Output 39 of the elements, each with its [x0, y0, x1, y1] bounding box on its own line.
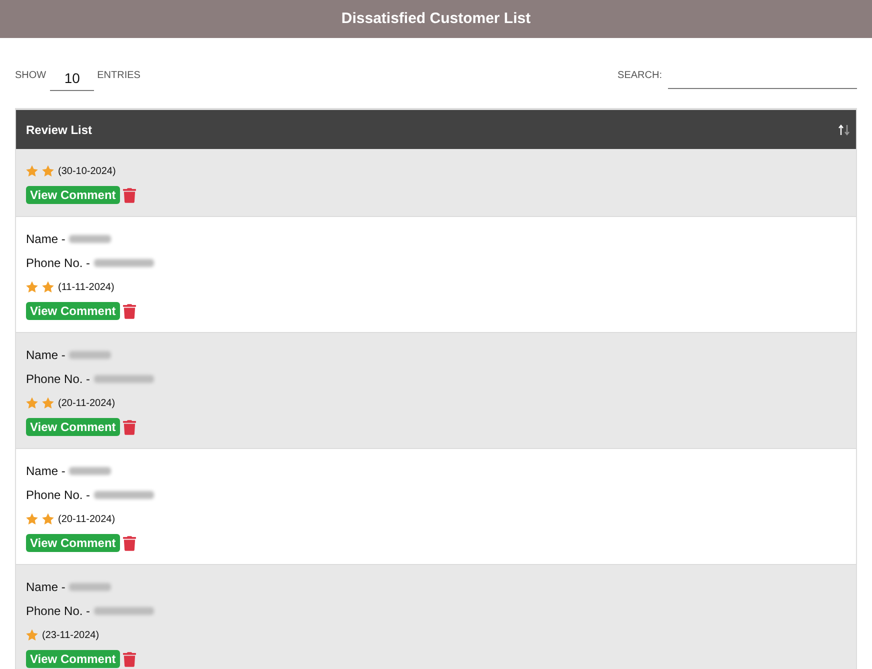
name-label: Name -	[26, 231, 66, 248]
review-date: (30-10-2024)	[58, 164, 116, 178]
review-date: (20-11-2024)	[58, 512, 116, 526]
table-header[interactable]: Review List	[16, 110, 856, 149]
trash-icon[interactable]	[122, 536, 136, 550]
blurred-name	[69, 235, 112, 243]
entries-label: ENTRIES	[97, 69, 140, 83]
review-date: (23-11-2024)	[42, 628, 100, 642]
view-comment-button[interactable]: View Comment	[26, 534, 120, 552]
page-title: Dissatisfied Customer List	[341, 8, 531, 29]
show-label: SHOW	[15, 69, 46, 83]
phone-label: Phone No. -	[26, 603, 90, 620]
phone-label: Phone No. -	[26, 371, 90, 388]
entries-select[interactable]: 10	[50, 67, 94, 91]
blurred-phone	[94, 375, 154, 383]
phone-label: Phone No. -	[26, 487, 90, 504]
view-comment-button[interactable]: View Comment	[26, 186, 120, 204]
trash-icon[interactable]	[122, 652, 136, 666]
blurred-name	[69, 467, 112, 475]
view-comment-button[interactable]: View Comment	[26, 650, 120, 668]
name-label: Name -	[26, 347, 66, 364]
blurred-phone	[94, 607, 154, 615]
column-heading: Review List	[26, 122, 92, 138]
name-label: Name -	[26, 463, 66, 480]
trash-icon[interactable]	[122, 304, 136, 318]
review-date: (11-11-2024)	[58, 280, 114, 294]
view-comment-button[interactable]: View Comment	[26, 418, 120, 436]
blurred-phone	[94, 259, 154, 267]
view-comment-button[interactable]: View Comment	[26, 302, 120, 320]
trash-icon[interactable]	[122, 420, 136, 434]
search-label: SEARCH:	[618, 69, 662, 83]
name-label: Name -	[26, 579, 66, 596]
blurred-name	[69, 351, 112, 359]
blurred-phone	[94, 491, 154, 499]
phone-label: Phone No. -	[26, 255, 90, 272]
trash-icon[interactable]	[122, 188, 136, 202]
sort-icon[interactable]	[838, 124, 850, 136]
blurred-name	[69, 583, 112, 591]
review-date: (20-11-2024)	[58, 396, 116, 410]
